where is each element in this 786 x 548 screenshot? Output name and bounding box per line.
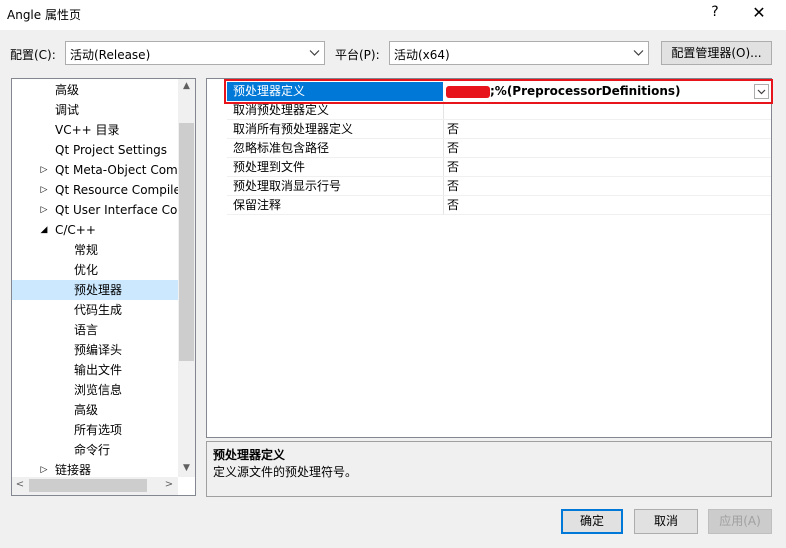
property-value: 否 [447, 141, 460, 155]
tree-item[interactable]: VC++ 目录 [12, 120, 178, 140]
tree-item-label: VC++ 目录 [55, 123, 120, 137]
ok-button[interactable]: 确定 [561, 509, 623, 534]
tree-item-label: C/C++ [55, 223, 96, 237]
column-divider [443, 196, 444, 215]
property-row[interactable]: 取消所有预处理器定义 否 [227, 120, 771, 139]
tree-item-label: 常规 [74, 243, 99, 257]
title-bar: Angle 属性页 ? ✕ [0, 0, 786, 30]
tree-item[interactable]: ▷ Qt Meta-Object Compiler [12, 160, 195, 180]
help-button[interactable]: ? [708, 4, 722, 20]
config-manager-button[interactable]: 配置管理器(O)... [661, 41, 772, 65]
expand-arrow-icon[interactable]: ▷ [39, 200, 49, 220]
property-value: 否 [447, 122, 460, 136]
collapse-arrow-icon[interactable]: ◢ [39, 220, 49, 240]
property-value: 否 [447, 179, 460, 193]
tree-item[interactable]: 浏览信息 [12, 380, 178, 400]
tree-item[interactable]: 预编译头 [12, 340, 178, 360]
cancel-button[interactable]: 取消 [634, 509, 698, 534]
scroll-up-icon[interactable]: ▲ [178, 81, 195, 91]
tree-item-label: 预处理器 [74, 283, 123, 297]
scroll-right-icon[interactable]: > [162, 479, 176, 490]
tree-item-label: Qt User Interface Compiler [55, 203, 195, 217]
tree-item-label: 浏览信息 [74, 383, 123, 397]
tree-item-label: 代码生成 [74, 303, 123, 317]
tree-item[interactable]: 高级 [12, 400, 178, 420]
property-row[interactable]: 忽略标准包含路径 否 [227, 139, 771, 158]
tree-item[interactable]: 语言 [12, 320, 178, 340]
tree-item-label: 调试 [55, 103, 80, 117]
tree-item-label: 高级 [74, 403, 99, 417]
expand-arrow-icon[interactable]: ▷ [39, 180, 49, 200]
tree-item[interactable]: 输出文件 [12, 360, 178, 380]
property-value: 否 [447, 160, 460, 174]
description-text: 定义源文件的预处理符号。 [213, 465, 358, 479]
property-row[interactable]: 预处理取消显示行号 否 [227, 177, 771, 196]
property-row[interactable]: 预处理到文件 否 [227, 158, 771, 177]
scroll-left-icon[interactable]: < [13, 479, 27, 490]
property-name: 忽略标准包含路径 [233, 141, 330, 155]
column-divider [443, 139, 444, 158]
apply-button[interactable]: 应用(A) [708, 509, 772, 534]
chevron-down-icon [309, 50, 320, 56]
property-name: 保留注释 [233, 198, 282, 212]
tree-item[interactable]: 命令行 [12, 440, 178, 460]
tree-item-label: Qt Resource Compiler [55, 183, 186, 197]
tree-item[interactable]: 代码生成 [12, 300, 178, 320]
platform-select[interactable]: 活动(x64) [389, 41, 649, 65]
tree-item[interactable]: 常规 [12, 240, 178, 260]
tree-item-label: 所有选项 [74, 423, 123, 437]
column-divider [443, 177, 444, 196]
column-divider [443, 120, 444, 139]
property-name: 预处理到文件 [233, 160, 306, 174]
tree-vertical-scrollbar[interactable]: ▲ ▼ [178, 79, 195, 477]
tree-item-label: 优化 [74, 263, 99, 277]
description-title: 预处理器定义 [213, 448, 286, 462]
config-value: 活动(Release) [70, 48, 151, 62]
platform-value: 活动(x64) [394, 48, 450, 62]
tree-item[interactable]: Qt Project Settings [12, 140, 178, 160]
tree-item-label: Qt Project Settings [55, 143, 168, 157]
tree-item-label: 高级 [55, 83, 80, 97]
tree-item-label: 语言 [74, 323, 99, 337]
tree-horizontal-scrollbar[interactable]: < > [12, 477, 178, 495]
tree-item[interactable]: 调试 [12, 100, 178, 120]
property-name: 取消所有预处理器定义 [233, 122, 354, 136]
chevron-down-icon [633, 50, 644, 56]
property-grid: 预处理器定义 ;%(PreprocessorDefinitions) 取消预处理器定… [206, 78, 772, 438]
tree-item[interactable]: 优化 [12, 260, 178, 280]
tree-item-label: Qt Meta-Object Compiler [55, 163, 196, 177]
expand-arrow-icon[interactable]: ▷ [39, 160, 49, 180]
description-panel: 预处理器定义 定义源文件的预处理符号。 [206, 441, 772, 497]
tree-item[interactable]: 预处理器 [12, 280, 178, 300]
row-divider [227, 214, 771, 215]
config-select[interactable]: 活动(Release) [65, 41, 325, 65]
column-divider [443, 158, 444, 177]
close-button[interactable]: ✕ [748, 3, 770, 22]
tree-item[interactable]: 所有选项 [12, 420, 178, 440]
platform-label: 平台(P): [335, 48, 380, 62]
tree-item-label: 输出文件 [74, 363, 123, 377]
property-value: 否 [447, 198, 460, 212]
tree-item[interactable]: ◢ C/C++ [12, 220, 178, 240]
property-tree[interactable]: 高级 调试 VC++ 目录 Qt Project Settings ▷ Qt Meta-O… [11, 78, 196, 496]
highlight-box [224, 79, 773, 104]
tree-item[interactable]: ▷ Qt Resource Compiler [12, 180, 186, 200]
tree-item-label: 命令行 [74, 443, 111, 457]
scroll-down-icon[interactable]: ▼ [178, 463, 195, 473]
tree-item-label: 预编译头 [74, 343, 123, 357]
tree-item[interactable]: 高级 [12, 80, 178, 100]
window-title: Angle 属性页 [7, 8, 81, 22]
property-name: 预处理取消显示行号 [233, 179, 342, 193]
property-row[interactable]: 保留注释 否 [227, 196, 771, 215]
tree-item[interactable]: ▷ Qt User Interface Compiler [12, 200, 195, 220]
scroll-thumb[interactable] [29, 479, 147, 492]
config-label: 配置(C): [10, 48, 56, 62]
scroll-thumb[interactable] [179, 123, 194, 361]
